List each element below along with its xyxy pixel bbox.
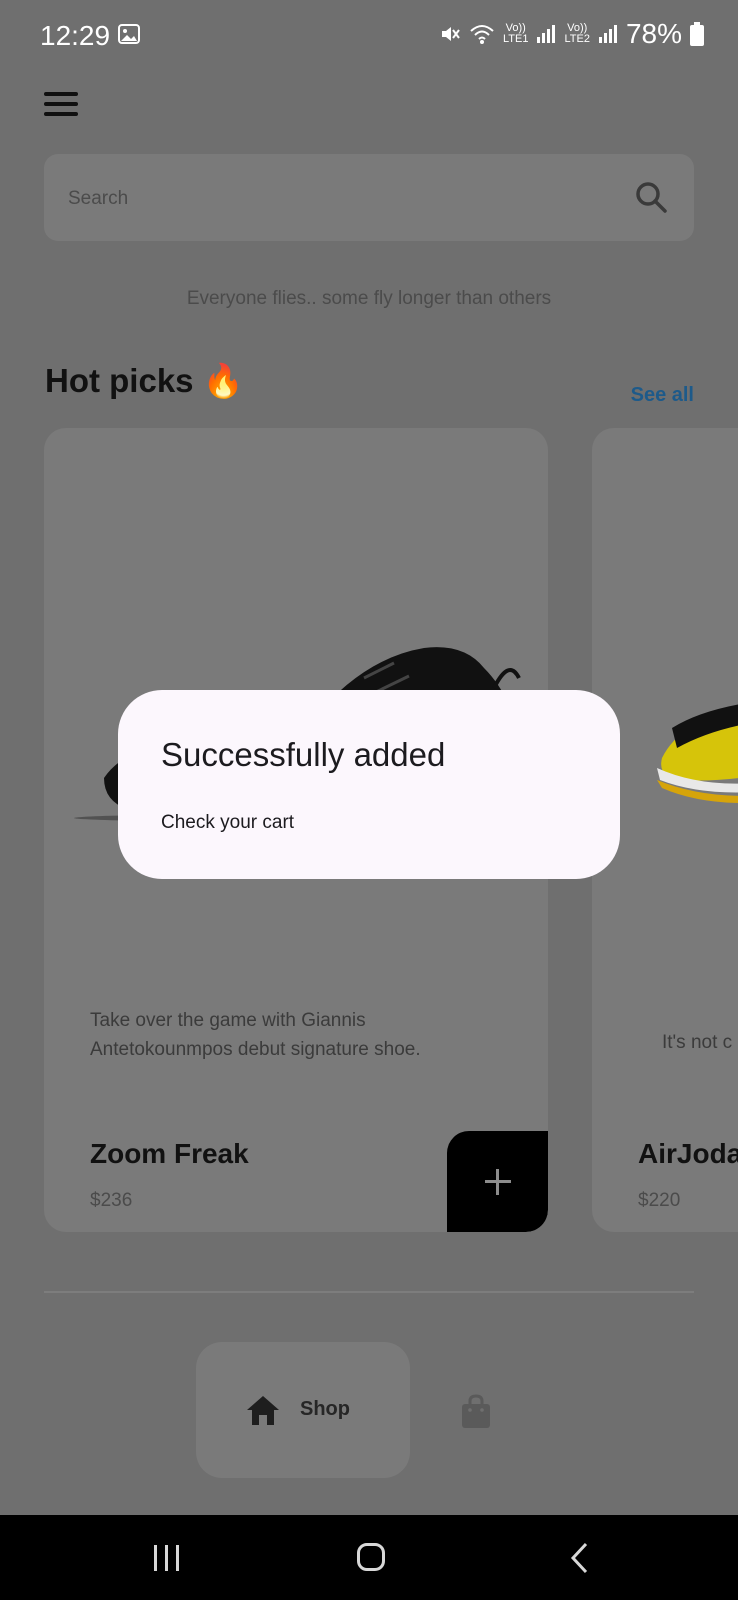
dialog-title: Successfully added <box>161 736 446 773</box>
signal-icon <box>598 25 617 43</box>
app-screen: 12:29 Vo)) LTE1 Vo)) LTE2 78% Search Eve… <box>0 0 738 1600</box>
home-icon <box>247 1396 279 1425</box>
battery-percent: 78% <box>625 18 682 49</box>
sim1-indicator: Vo)) LTE1 <box>502 22 529 45</box>
product-name: Zoom Freak <box>90 1138 249 1169</box>
product-image <box>657 704 738 803</box>
product-description: It's not c <box>662 1032 733 1053</box>
add-to-cart-button[interactable] <box>447 1131 548 1232</box>
status-bar: 12:29 Vo)) LTE1 Vo)) LTE2 78% <box>0 0 738 70</box>
dialog-body: Check your cart <box>161 812 295 833</box>
shopping-bag-icon[interactable] <box>459 1394 493 1430</box>
product-description: Take over the game with Giannis Antetoko… <box>90 1010 421 1060</box>
section-title: Hot picks 🔥 <box>45 362 244 399</box>
product-name: AirJoda <box>638 1138 738 1169</box>
wifi-icon <box>470 25 494 44</box>
gallery-icon <box>118 24 140 44</box>
product-price: $220 <box>638 1190 681 1211</box>
divider <box>44 1291 694 1293</box>
system-nav-bar <box>0 1515 738 1600</box>
search-input[interactable] <box>66 154 610 243</box>
back-icon[interactable] <box>568 1541 590 1575</box>
sim2-indicator: Vo)) LTE2 <box>564 22 590 45</box>
see-all-link[interactable]: See all <box>631 384 694 407</box>
mute-icon <box>441 27 460 41</box>
nav-item-shop[interactable]: Shop <box>196 1342 410 1478</box>
search-icon[interactable] <box>634 180 668 214</box>
signal-icon <box>537 25 556 43</box>
tagline: Everyone flies.. some fly longer than ot… <box>186 288 552 309</box>
search-bar[interactable] <box>44 154 694 243</box>
product-price: $236 <box>90 1190 133 1211</box>
status-icons: Vo)) LTE1 Vo)) LTE2 78% <box>439 18 704 50</box>
battery-icon <box>690 22 704 46</box>
menu-icon[interactable] <box>44 92 78 120</box>
status-time: 12:29 <box>40 20 111 51</box>
recent-apps-icon[interactable] <box>152 1545 182 1571</box>
nav-shop-label: Shop <box>300 1398 350 1420</box>
home-button-icon[interactable] <box>357 1543 385 1571</box>
success-dialog[interactable]: Successfully added Check your cart <box>118 690 620 879</box>
fire-icon: 🔥 <box>202 362 244 399</box>
